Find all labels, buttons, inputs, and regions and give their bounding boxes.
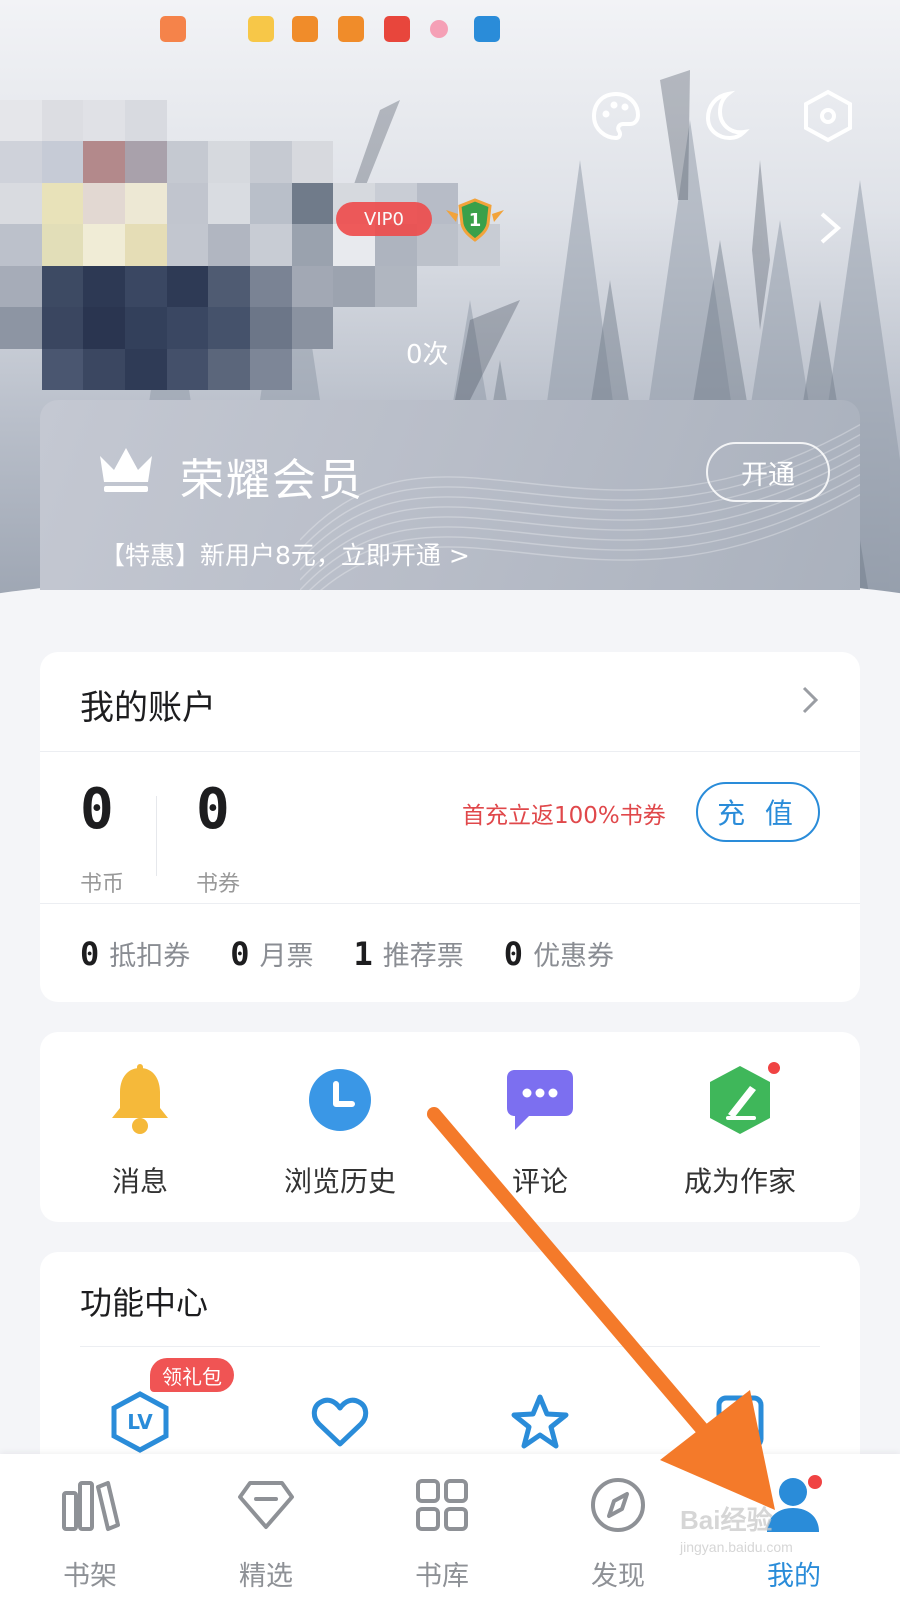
star-icon[interactable] <box>500 1382 580 1462</box>
vip-membership-card[interactable]: 荣耀会员 开通 【特惠】新用户8元，立即开通 > <box>40 400 860 590</box>
account-title: 我的账户 <box>80 688 216 728</box>
account-card: 我的账户 0 书币 0 书券 首充立返100%书券 充 值 0 抵扣券 0 月票… <box>40 652 860 1002</box>
ticket-value: 1 <box>353 934 373 973</box>
level-shield-icon[interactable]: 1 <box>444 196 506 246</box>
compass-icon <box>548 1470 688 1540</box>
tab-label: 我的 <box>767 1561 821 1592</box>
ticket-monthly[interactable]: 0 月票 <box>230 934 313 973</box>
vip-title: 荣耀会员 <box>180 455 364 506</box>
weibo-icon <box>248 16 274 42</box>
baidu-jingyan-watermark: Bai经验 jingyan.baidu.com <box>680 1500 793 1555</box>
theme-palette-icon[interactable] <box>588 88 644 148</box>
ticket-recommend[interactable]: 1 推荐票 <box>354 934 464 973</box>
chevron-right-icon[interactable] <box>800 684 820 720</box>
tab-library[interactable]: 书库 <box>372 1470 512 1593</box>
wifi-hotspot-icon <box>474 16 500 42</box>
document-icon[interactable] <box>700 1382 780 1462</box>
coins-label: 书币 <box>80 872 125 897</box>
toutiao-icon <box>384 16 410 42</box>
function-center-title: 功能中心 <box>80 1284 209 1322</box>
function-center-card: 功能中心 LV 领礼包 <box>40 1252 860 1472</box>
level-badge-icon[interactable]: LV <box>100 1382 180 1462</box>
clock-icon <box>260 1062 420 1138</box>
tab-label: 书架 <box>63 1561 117 1592</box>
ticket-value: 0 <box>503 934 524 973</box>
settings-hexagon-icon[interactable] <box>800 88 856 148</box>
ticket-value: 0 <box>80 934 100 973</box>
taobao-icon <box>292 16 318 42</box>
profile-header: VIP0 1 0次 荣耀会员 开通 【特惠】新用户8元，立即开通 > <box>0 0 900 600</box>
ticket-coupon[interactable]: 0 优惠券 <box>504 934 614 973</box>
level-number: 1 <box>469 210 482 231</box>
watermark-url: jingyan.baidu.com <box>680 1539 793 1555</box>
quick-action-comments[interactable]: 评论 <box>460 1062 620 1200</box>
ticket-label: 推荐票 <box>382 940 464 972</box>
read-count: 0次 <box>406 340 449 370</box>
app-dot-icon <box>430 20 448 38</box>
tab-label: 精选 <box>239 1561 293 1592</box>
night-mode-moon-icon[interactable] <box>694 88 750 148</box>
ticket-label: 优惠券 <box>533 940 615 972</box>
taobao-icon <box>338 16 364 42</box>
quick-action-label: 成为作家 <box>683 1165 796 1198</box>
diamond-icon <box>196 1470 336 1540</box>
gift-pack-badge[interactable]: 领礼包 <box>150 1358 234 1392</box>
ticket-label: 月票 <box>259 940 314 972</box>
pen-icon <box>660 1062 820 1138</box>
tab-label: 发现 <box>591 1561 645 1592</box>
vouchers-value: 0 <box>196 777 230 842</box>
divider <box>156 796 157 876</box>
quick-action-become-writer[interactable]: 成为作家 <box>660 1060 820 1200</box>
crown-icon <box>96 444 156 498</box>
svg-text:LV: LV <box>127 1410 153 1434</box>
ticket-label: 抵扣券 <box>109 940 191 972</box>
balance-row: 0 书币 0 书券 首充立返100%书券 充 值 <box>40 752 860 904</box>
bookshelf-icon <box>20 1470 160 1540</box>
grid-icon <box>372 1470 512 1540</box>
tickets-row: 0 抵扣券 0 月票 1 推荐票 0 优惠券 <box>40 904 860 1002</box>
tab-bookshelf[interactable]: 书架 <box>20 1470 160 1593</box>
bell-icon <box>60 1062 220 1138</box>
tab-label: 书库 <box>415 1561 469 1592</box>
coins-balance[interactable]: 0 书币 <box>80 782 124 898</box>
divider <box>80 1346 820 1347</box>
quick-action-label: 浏览历史 <box>283 1165 396 1198</box>
recharge-button[interactable]: 充 值 <box>696 782 820 842</box>
account-header[interactable]: 我的账户 <box>40 652 860 752</box>
watermark-brand: Bai经验 <box>680 1505 773 1535</box>
ticket-value: 0 <box>230 934 250 973</box>
vip-promo-link[interactable]: 【特惠】新用户8元，立即开通 > <box>100 536 470 572</box>
quick-action-messages[interactable]: 消息 <box>60 1062 220 1200</box>
shopping-bag-icon <box>160 16 186 42</box>
chat-bubble-icon <box>460 1062 620 1138</box>
tab-featured[interactable]: 精选 <box>196 1470 336 1593</box>
tab-discover[interactable]: 发现 <box>548 1470 688 1593</box>
profile-chevron-right-icon[interactable] <box>818 210 842 255</box>
quick-action-label: 消息 <box>111 1165 168 1198</box>
quick-actions-card: 消息 浏览历史 评论 成为作家 <box>40 1032 860 1222</box>
coins-value: 0 <box>80 777 114 842</box>
vip-open-button[interactable]: 开通 <box>706 442 830 502</box>
heart-icon[interactable] <box>300 1382 380 1462</box>
recharge-promo: 首充立返100%书券 <box>462 803 666 829</box>
vip-level-badge[interactable]: VIP0 <box>336 202 432 236</box>
quick-action-label: 评论 <box>511 1165 568 1198</box>
vouchers-label: 书券 <box>196 872 241 897</box>
status-bar <box>0 0 900 58</box>
ticket-discount[interactable]: 0 抵扣券 <box>80 934 190 973</box>
vouchers-balance[interactable]: 0 书券 <box>196 782 240 898</box>
notification-dot <box>766 1060 782 1076</box>
quick-action-history[interactable]: 浏览历史 <box>260 1062 420 1200</box>
